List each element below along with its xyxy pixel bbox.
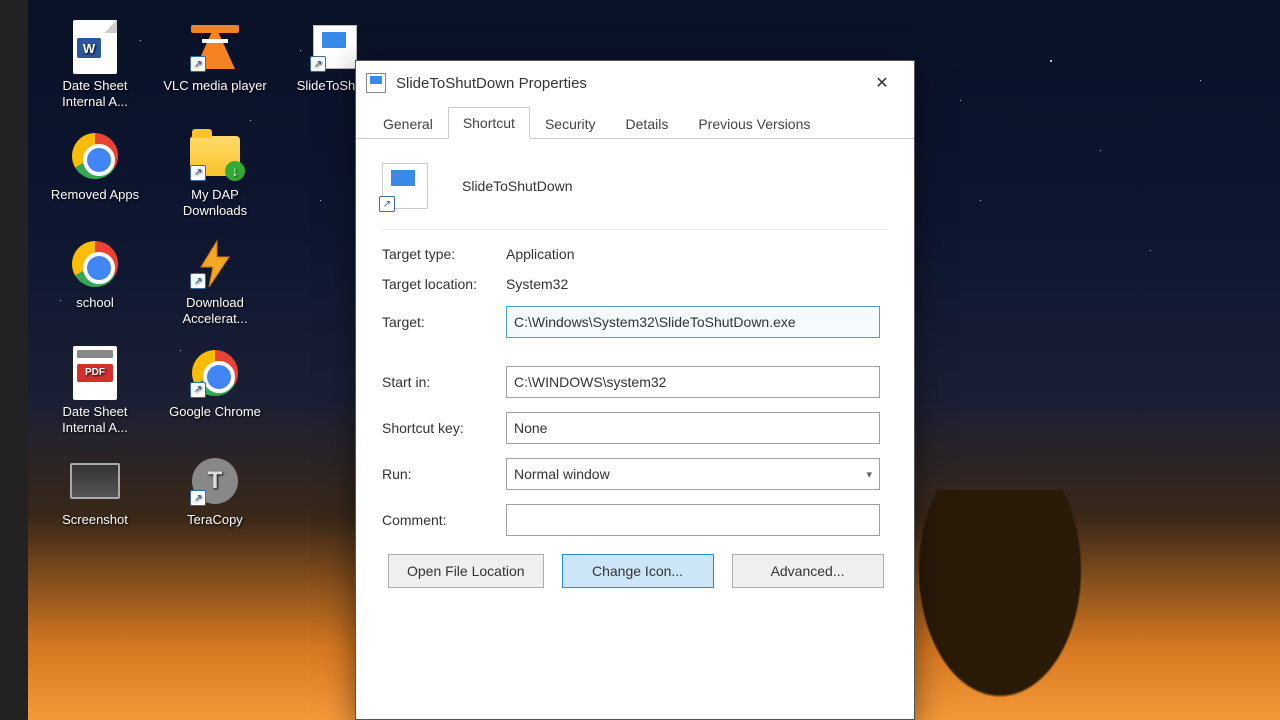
desktop-icon-my-dap-downloads[interactable]: ↓↗ My DAP Downloads xyxy=(160,129,270,220)
teracopy-icon: T↗ xyxy=(188,454,242,508)
desktop-icon-removed-apps[interactable]: Removed Apps xyxy=(40,129,150,220)
desktop-icon-label: TeraCopy xyxy=(187,512,243,528)
window-icon xyxy=(366,73,386,93)
comment-label: Comment: xyxy=(382,512,506,528)
target-location-label: Target location: xyxy=(382,276,506,292)
dialog-body: ↗ SlideToShutDown Target type: Applicati… xyxy=(356,139,914,606)
run-label: Run: xyxy=(382,466,506,482)
run-select-value: Normal window xyxy=(514,466,610,482)
titlebar[interactable]: SlideToShutDown Properties ✕ xyxy=(356,61,914,105)
word-doc-icon: W xyxy=(68,20,122,74)
screenshot-icon xyxy=(68,454,122,508)
desktop-icon-label: school xyxy=(76,295,114,311)
desktop-icon-vlc[interactable]: ↗ VLC media player xyxy=(160,20,270,111)
run-select[interactable]: Normal window ▾ xyxy=(506,458,880,490)
chrome-icon: ↗ xyxy=(188,346,242,400)
bg-star xyxy=(960,100,961,101)
vlc-icon: ↗ xyxy=(188,20,242,74)
desktop-icon-screenshot[interactable]: Screenshot xyxy=(40,454,150,528)
desktop-icon-label: Google Chrome xyxy=(169,404,261,420)
desktop-icon-school[interactable]: school xyxy=(40,237,150,328)
desktop-icon-teracopy[interactable]: T↗ TeraCopy xyxy=(160,454,270,528)
advanced-button[interactable]: Advanced... xyxy=(732,554,884,588)
shortcut-key-input[interactable] xyxy=(506,412,880,444)
tab-strip: General Shortcut Security Details Previo… xyxy=(356,105,914,139)
bolt-icon: ↗ xyxy=(188,237,242,291)
chrome-icon xyxy=(68,237,122,291)
desktop-icon-grid: W Date Sheet Internal A... ↗ VLC media p… xyxy=(40,20,390,528)
desktop-icon-label: VLC media player xyxy=(163,78,266,94)
open-file-location-button[interactable]: Open File Location xyxy=(388,554,544,588)
desktop-icon-label: Date Sheet Internal A... xyxy=(41,78,149,111)
properties-dialog: SlideToShutDown Properties ✕ General Sho… xyxy=(355,60,915,720)
window-title: SlideToShutDown Properties xyxy=(396,75,587,92)
bg-star xyxy=(1200,80,1201,81)
shortcut-header: ↗ SlideToShutDown xyxy=(382,157,888,230)
shortcut-large-icon: ↗ xyxy=(382,163,428,209)
target-type-value: Application xyxy=(506,246,888,262)
shortcut-icon: ↗ xyxy=(308,20,362,74)
desktop-icon-label: Screenshot xyxy=(62,512,128,528)
target-location-value: System32 xyxy=(506,276,888,292)
desktop-icon-download-accelerator[interactable]: ↗ Download Accelerat... xyxy=(160,237,270,328)
desktop-icon-pdf-doc[interactable]: PDF Date Sheet Internal A... xyxy=(40,346,150,437)
start-in-input[interactable] xyxy=(506,366,880,398)
desktop-icon-label: Date Sheet Internal A... xyxy=(41,404,149,437)
bg-star xyxy=(1100,150,1101,151)
bg-star xyxy=(1150,250,1151,251)
target-type-label: Target type: xyxy=(382,246,506,262)
start-in-label: Start in: xyxy=(382,374,506,390)
target-input[interactable] xyxy=(506,306,880,338)
shortcut-name: SlideToShutDown xyxy=(462,178,573,194)
tab-general[interactable]: General xyxy=(368,108,448,139)
tab-shortcut[interactable]: Shortcut xyxy=(448,107,530,139)
bg-star xyxy=(1050,60,1052,62)
bg-star xyxy=(980,200,981,201)
pdf-icon: PDF xyxy=(68,346,122,400)
close-button[interactable]: ✕ xyxy=(860,67,904,99)
change-icon-button[interactable]: Change Icon... xyxy=(562,554,714,588)
desktop-icon-label: My DAP Downloads xyxy=(161,187,269,220)
shortcut-key-label: Shortcut key: xyxy=(382,420,506,436)
target-label: Target: xyxy=(382,314,506,330)
desktop-icon-label: Download Accelerat... xyxy=(161,295,269,328)
tab-security[interactable]: Security xyxy=(530,108,611,139)
folder-download-icon: ↓↗ xyxy=(188,129,242,183)
desktop-icon-label: Removed Apps xyxy=(51,187,139,203)
chevron-down-icon: ▾ xyxy=(866,468,872,481)
chrome-icon xyxy=(68,129,122,183)
comment-input[interactable] xyxy=(506,504,880,536)
desktop-icon-word-doc[interactable]: W Date Sheet Internal A... xyxy=(40,20,150,111)
tab-details[interactable]: Details xyxy=(611,108,684,139)
tab-previous-versions[interactable]: Previous Versions xyxy=(683,108,825,139)
desktop-icon-google-chrome[interactable]: ↗ Google Chrome xyxy=(160,346,270,437)
